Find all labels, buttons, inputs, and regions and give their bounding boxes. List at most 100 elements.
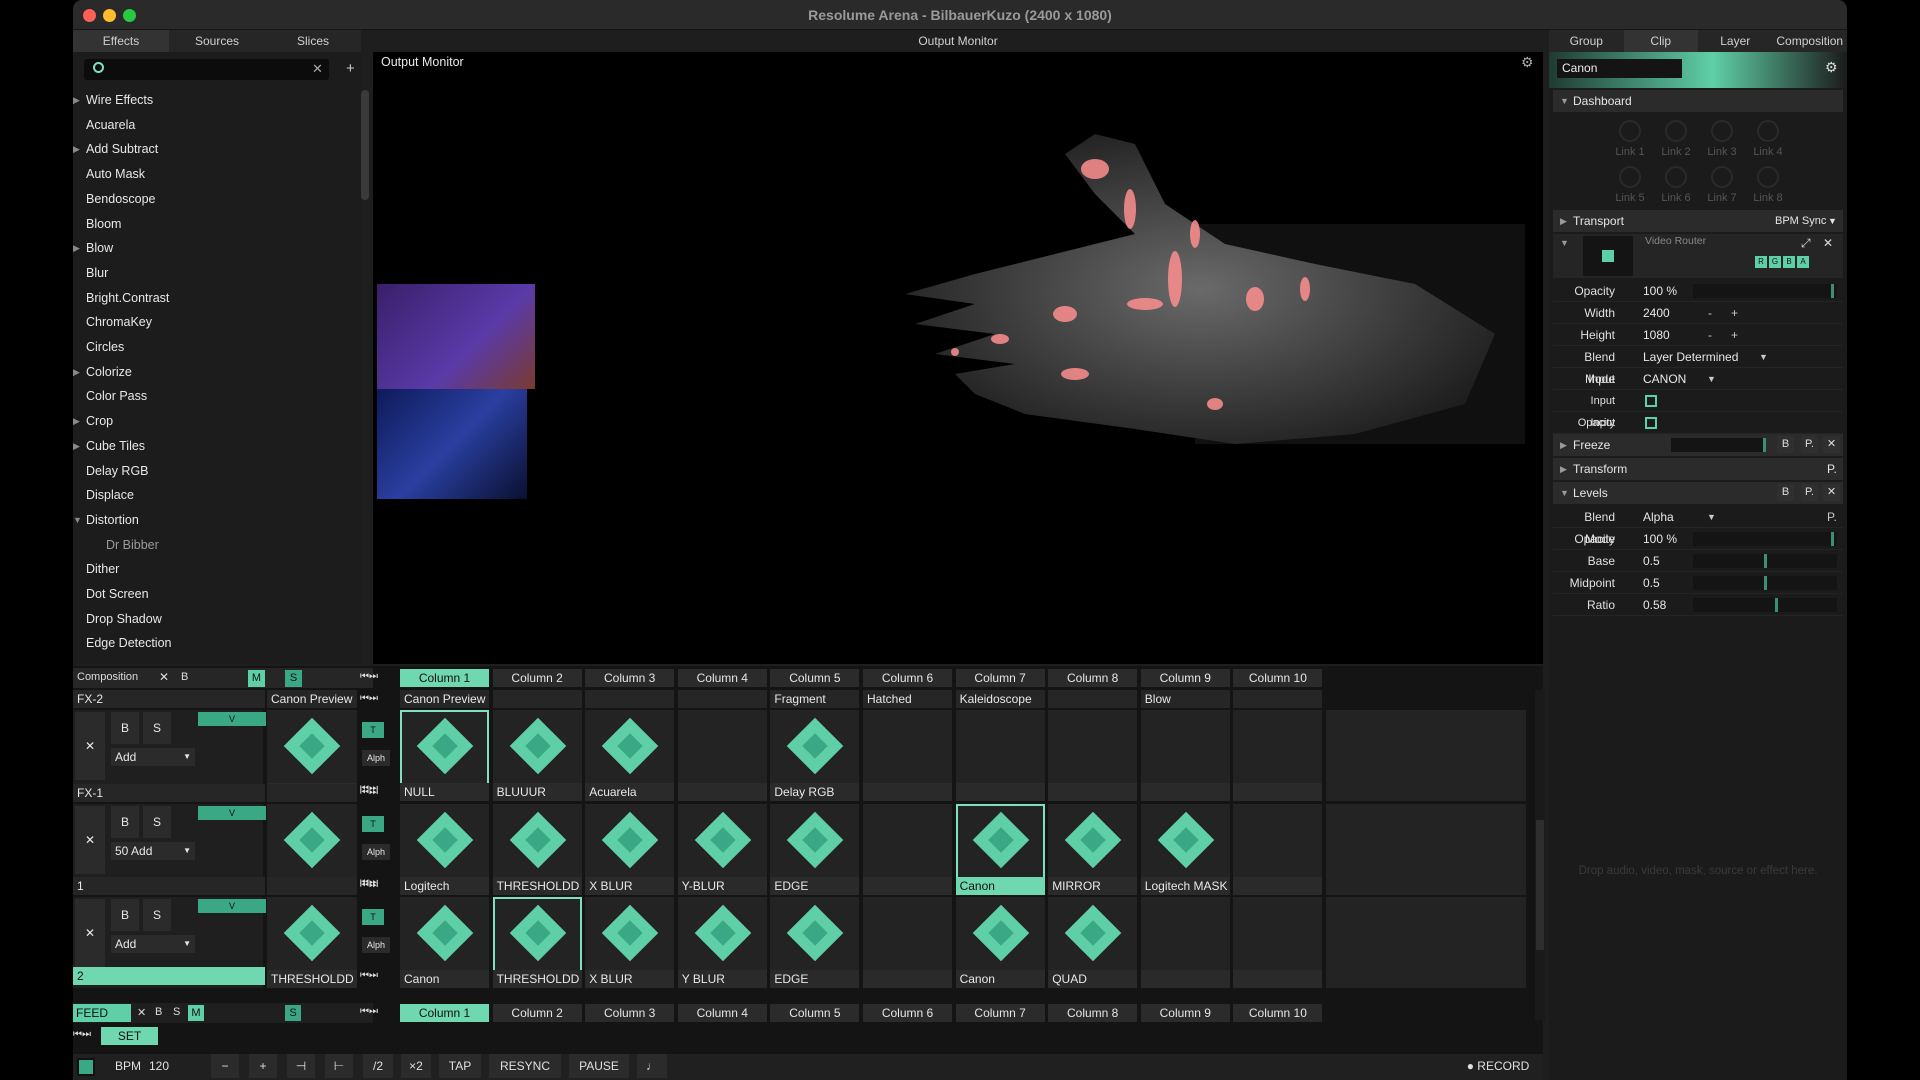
collapse-icon[interactable]: ▼ [1560, 238, 1569, 248]
header-column-6[interactable]: Column 6 [863, 669, 952, 687]
header-column-7[interactable]: Column 7 [955, 669, 1045, 687]
bypass-button[interactable]: B [1777, 436, 1794, 453]
a-channel-button[interactable]: A [1797, 256, 1809, 268]
layer-thumb[interactable]: THRESHOLDD [267, 897, 357, 988]
link-knob[interactable] [1665, 166, 1687, 188]
metronome-icon[interactable]: ♩ [637, 1054, 667, 1078]
deck-scrollbar[interactable] [1535, 690, 1545, 1020]
blend-select[interactable]: Add ▼ [111, 748, 195, 766]
resync-button[interactable]: RESYNC [489, 1054, 561, 1078]
bpm-value[interactable]: 120 [141, 1054, 177, 1078]
skip-icon[interactable]: ⏮⏭ [360, 880, 378, 891]
tap-button[interactable]: TAP [439, 1054, 481, 1078]
footer-column-4[interactable]: Column 4 [677, 1004, 767, 1022]
effect-item[interactable]: Drop Shadow [73, 607, 353, 631]
tab-effects[interactable]: Effects [73, 30, 169, 52]
transform-toggle[interactable]: T [362, 816, 384, 832]
height-value[interactable]: 1080 [1643, 324, 1670, 346]
effect-item[interactable]: Displace [73, 483, 353, 507]
ratio-value[interactable]: 0.58 [1643, 594, 1666, 616]
alpha-toggle[interactable]: Alph [362, 844, 390, 860]
link-knob[interactable] [1665, 120, 1687, 142]
skip-icon[interactable]: ⏮⏭ [73, 1029, 91, 1040]
input-select[interactable]: CANON [1643, 368, 1686, 390]
close-layer-button[interactable]: ✕ [75, 806, 105, 874]
g-channel-button[interactable]: G [1769, 256, 1781, 268]
clip-cell[interactable] [1140, 897, 1230, 988]
clip-cell[interactable] [1233, 897, 1323, 988]
layer-name[interactable]: 2 [73, 967, 265, 985]
bypass-button[interactable]: B [111, 806, 139, 838]
link-knob[interactable] [1711, 120, 1733, 142]
ratio-slider[interactable] [1693, 598, 1837, 612]
gear-icon[interactable]: ⚙ [1825, 59, 1838, 76]
transform-section[interactable]: ▶ Transform P. [1553, 458, 1843, 480]
bypass-button[interactable]: B [1777, 484, 1794, 501]
transport-section[interactable]: ▶ Transport BPM Sync ▼ [1553, 210, 1843, 232]
input-opacity-checkbox[interactable] [1645, 395, 1657, 407]
tab-clip[interactable]: Clip [1623, 30, 1698, 52]
clip-cell[interactable]: Y BLUR [677, 897, 767, 988]
height-decrement-button[interactable]: - [1708, 324, 1712, 346]
levels-opacity-value[interactable]: 100 % [1643, 528, 1677, 550]
bpm-increase-button[interactable]: + [249, 1054, 277, 1078]
tab-sources[interactable]: Sources [169, 30, 265, 52]
skip-icon[interactable]: ⏮⏭ [360, 970, 378, 981]
width-decrement-button[interactable]: - [1708, 302, 1712, 324]
clip-cell-empty[interactable] [1326, 710, 1526, 801]
tab-composition[interactable]: Composition [1773, 30, 1848, 52]
effect-item[interactable]: Edge Detection [73, 631, 353, 655]
header-column-10[interactable]: Column 10 [1233, 669, 1323, 687]
clip-cell[interactable]: MIRROR [1048, 804, 1138, 895]
header-column-9[interactable]: Column 9 [1140, 669, 1230, 687]
close-layer-button[interactable]: ✕ [75, 899, 105, 967]
clip-cell[interactable]: Y-BLUR [677, 804, 767, 895]
effect-item[interactable]: ▶ Colorize [73, 360, 353, 384]
base-value[interactable]: 0.5 [1643, 550, 1660, 572]
effect-item[interactable]: ▼ Distortion [73, 508, 353, 532]
clip-cell[interactable]: Logitech MASK [1140, 804, 1230, 895]
clip-cell[interactable]: EDGE [770, 897, 860, 988]
effect-item[interactable]: Color Pass [73, 384, 353, 408]
footer-column-7[interactable]: Column 7 [955, 1004, 1045, 1022]
clip-cell[interactable]: Delay RGB [770, 710, 860, 801]
footer-column-3[interactable]: Column 3 [585, 1004, 675, 1022]
effect-item[interactable]: Bloom [73, 212, 353, 236]
footer-column-9[interactable]: Column 9 [1140, 1004, 1230, 1022]
gear-icon[interactable]: ⚙ [1521, 54, 1534, 71]
bpm-decrease-button[interactable]: − [211, 1054, 239, 1078]
expand-icon[interactable]: ⤢ [1801, 236, 1811, 251]
clip-cell[interactable] [863, 710, 952, 801]
footer-column-5[interactable]: Column 5 [770, 1004, 860, 1022]
blend-mode-select[interactable]: Layer Determined [1643, 346, 1738, 368]
tab-slices[interactable]: Slices [265, 30, 361, 52]
clip-cell[interactable]: EDGE [770, 804, 860, 895]
record-button[interactable]: ● RECORD [1453, 1054, 1543, 1078]
height-increment-button[interactable]: + [1731, 324, 1738, 346]
skip-icon[interactable]: ⏮⏭ [360, 787, 378, 798]
effects-scrollbar[interactable] [361, 90, 369, 200]
nudge-forward-icon[interactable]: ⊢ [325, 1054, 353, 1078]
layer-fx-name[interactable]: 1 [73, 877, 265, 895]
effect-item[interactable]: ChromaKey [73, 310, 353, 334]
close-icon[interactable]: ✕ [1823, 484, 1840, 501]
solo-button[interactable]: S [143, 806, 171, 838]
freeze-slider[interactable] [1671, 438, 1766, 452]
preset-button[interactable]: P. [1801, 436, 1818, 453]
header-column-3[interactable]: Column 3 [585, 669, 675, 687]
effect-item[interactable]: Bendoscope [73, 187, 353, 211]
opacity-value[interactable]: 100 % [1643, 280, 1677, 302]
tab-layer[interactable]: Layer [1698, 30, 1773, 52]
effect-item[interactable]: Circles [73, 335, 353, 359]
effect-item[interactable]: Delay RGB [73, 459, 353, 483]
bypass-button[interactable]: B [111, 899, 139, 931]
footer-column-6[interactable]: Column 6 [863, 1004, 952, 1022]
transform-toggle[interactable]: T [362, 722, 384, 738]
set-button[interactable]: SET [101, 1027, 158, 1045]
midpoint-slider[interactable] [1693, 576, 1837, 590]
link-knob[interactable] [1619, 120, 1641, 142]
search-input[interactable]: ✕ [84, 59, 329, 80]
effect-item[interactable]: Auto Mask [73, 162, 353, 186]
clip-cell[interactable]: X BLUR [585, 897, 675, 988]
footer-column-1[interactable]: Column 1 [400, 1004, 489, 1022]
